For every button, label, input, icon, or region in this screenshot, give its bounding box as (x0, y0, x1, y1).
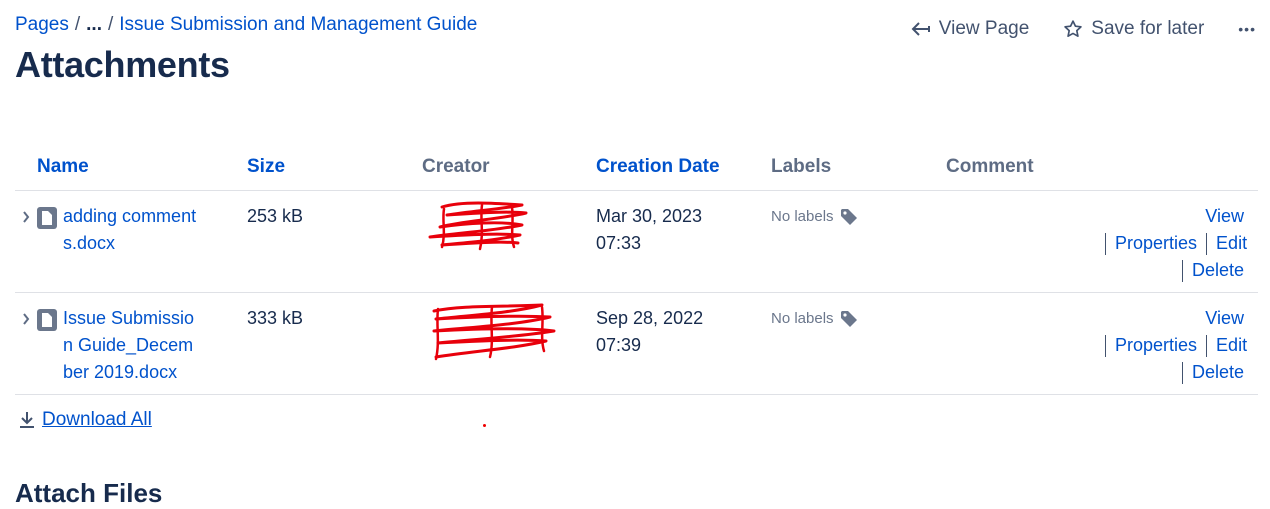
arrow-left-icon (911, 22, 930, 36)
no-labels-text: No labels (771, 208, 834, 225)
star-icon (1064, 20, 1083, 38)
creation-date-day: Sep 28, 2022 (596, 308, 704, 328)
edit-link[interactable]: Edit (1216, 335, 1247, 355)
tag-icon[interactable] (840, 208, 858, 226)
column-header-comment: Comment (946, 148, 1096, 191)
column-header-labels: Labels (771, 148, 946, 191)
attachment-file-link[interactable]: adding comments.docx (63, 203, 203, 257)
creation-date-day: Mar 30, 2023 (596, 206, 703, 226)
attachment-labels: No labels (771, 190, 946, 293)
more-icon: ••• (1238, 21, 1256, 37)
download-all-section: Download All (18, 409, 152, 431)
breadcrumb-pages[interactable]: Pages (15, 14, 69, 36)
separator (1181, 362, 1183, 385)
breadcrumb-ellipsis[interactable]: ... (86, 14, 102, 36)
view-attachment-link[interactable]: View (1205, 206, 1244, 226)
document-file-icon (37, 309, 57, 331)
breadcrumb: Pages / ... / Issue Submission and Manag… (15, 14, 477, 36)
download-icon[interactable] (18, 411, 36, 429)
attachment-labels: No labels (771, 292, 946, 395)
column-header-creator: Creator (422, 148, 596, 191)
attachment-operations: View Properties Edit Delete (1096, 292, 1258, 395)
red-mark (483, 424, 486, 427)
separator (1105, 335, 1106, 358)
properties-link[interactable]: Properties (1115, 233, 1197, 253)
creation-date-time: 07:39 (596, 335, 642, 355)
expand-row-chevron-icon[interactable] (15, 203, 37, 223)
attachment-size: 253 kB (247, 190, 422, 293)
breadcrumb-parent-page[interactable]: Issue Submission and Management Guide (119, 14, 477, 36)
expand-row-chevron-icon[interactable] (15, 305, 37, 325)
attachments-table: Name Size Creator Creation Date Labels C… (15, 148, 1258, 395)
column-header-creation-date[interactable]: Creation Date (596, 148, 771, 191)
save-for-later-button[interactable]: Save for later (1063, 18, 1204, 40)
separator (1105, 233, 1106, 256)
attachment-creator[interactable] (422, 190, 596, 293)
attachment-operations: View Properties Edit Delete (1096, 190, 1258, 293)
page-title: Attachments (15, 44, 230, 85)
column-header-size[interactable]: Size (247, 148, 422, 191)
page-actions: View Page Save for later ••• (911, 18, 1270, 40)
delete-link[interactable]: Delete (1192, 260, 1244, 280)
breadcrumb-separator: / (74, 14, 81, 35)
table-row: Issue Submission Guide_December 2019.doc… (15, 292, 1258, 395)
creation-date-time: 07:33 (596, 233, 642, 253)
attachment-comment (946, 190, 1096, 293)
table-header-row: Name Size Creator Creation Date Labels C… (15, 148, 1258, 191)
no-labels-text: No labels (771, 310, 834, 327)
separator (1181, 260, 1183, 283)
delete-link[interactable]: Delete (1192, 362, 1244, 382)
attachment-creation-date: Sep 28, 2022 07:39 (596, 292, 771, 395)
attachment-comment (946, 292, 1096, 395)
attach-files-heading: Attach Files (15, 478, 163, 508)
attachment-creator[interactable] (422, 292, 596, 395)
document-file-icon (37, 207, 57, 229)
edit-link[interactable]: Edit (1216, 233, 1247, 253)
tag-icon[interactable] (840, 310, 858, 328)
attachment-file-link[interactable]: Issue Submission Guide_December 2019.doc… (63, 305, 203, 386)
view-page-label: View Page (938, 18, 1030, 39)
redacted-creator-scribble (428, 201, 528, 251)
separator (1206, 335, 1208, 358)
properties-link[interactable]: Properties (1115, 335, 1197, 355)
redacted-creator-scribble (432, 303, 556, 361)
view-page-button[interactable]: View Page (911, 18, 1030, 40)
separator (1206, 233, 1208, 256)
attachment-size: 333 kB (247, 292, 422, 395)
attachment-creation-date: Mar 30, 2023 07:33 (596, 190, 771, 293)
column-header-operations (1096, 148, 1258, 191)
save-for-later-label: Save for later (1091, 18, 1205, 39)
view-attachment-link[interactable]: View (1205, 308, 1244, 328)
more-actions-button[interactable]: ••• (1238, 21, 1256, 37)
table-row: adding comments.docx 253 kB Mar 30, 2023… (15, 190, 1258, 293)
column-header-name[interactable]: Name (15, 148, 247, 191)
breadcrumb-separator: / (108, 14, 114, 35)
download-all-link[interactable]: Download All (42, 409, 152, 431)
